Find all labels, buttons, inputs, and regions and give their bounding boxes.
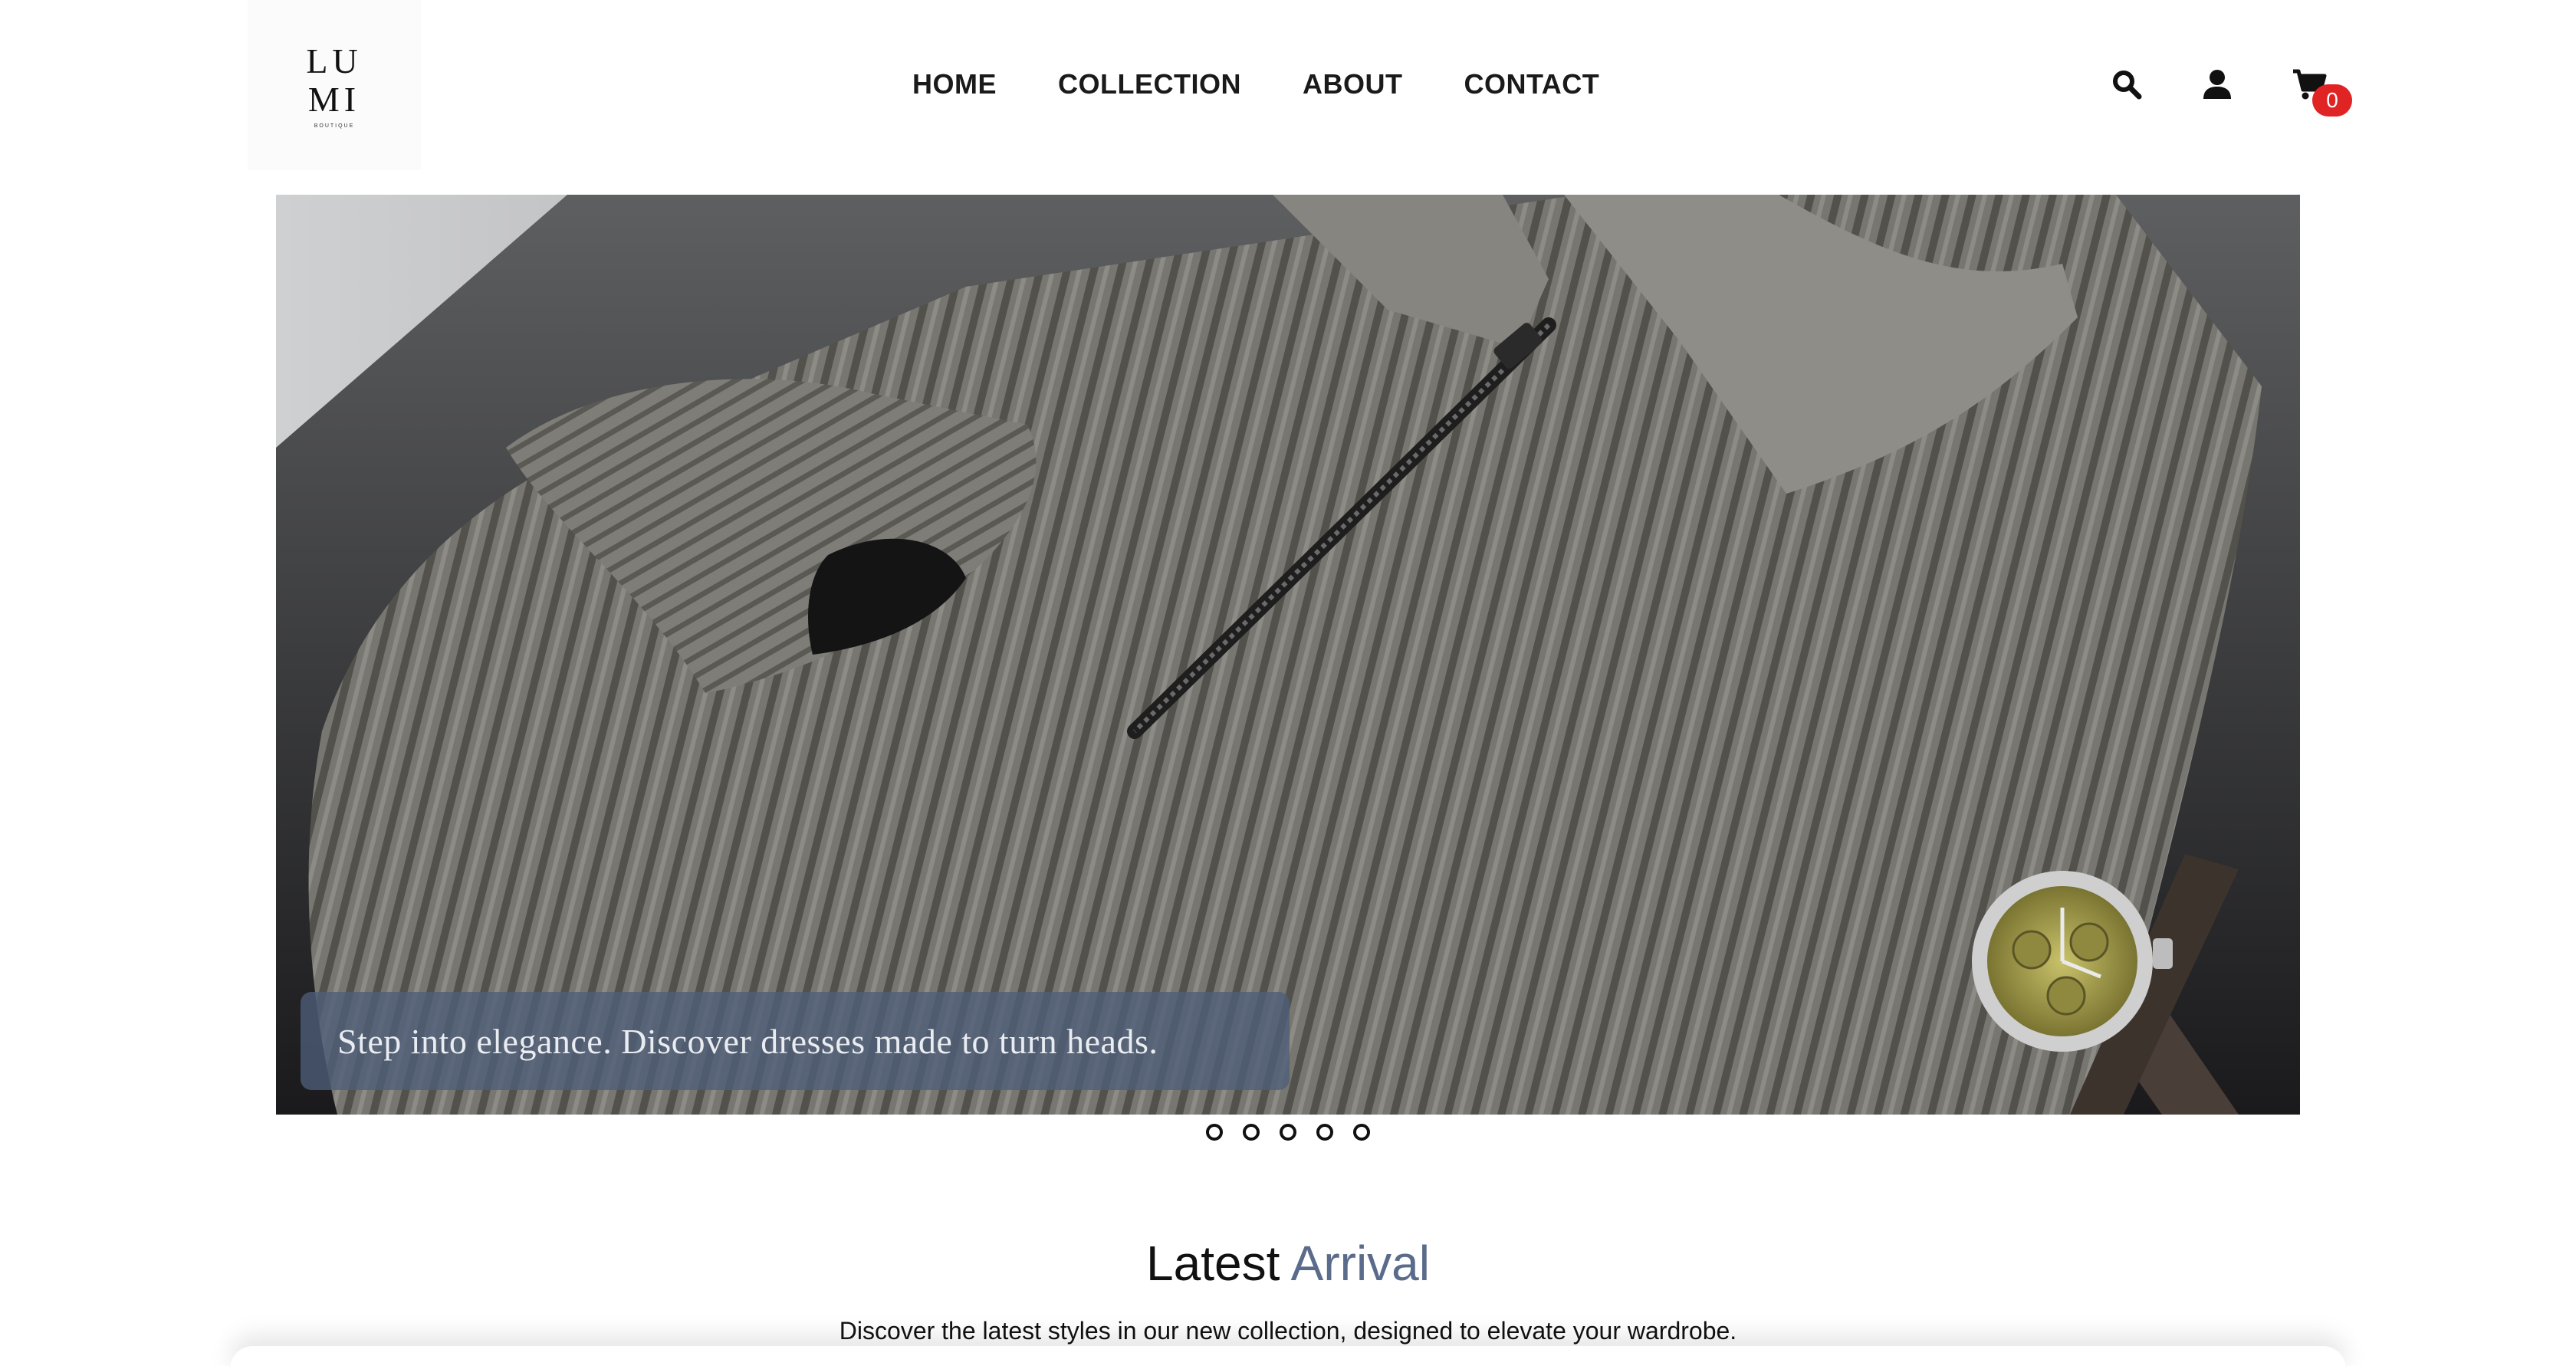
nav-collection[interactable]: COLLECTION xyxy=(1058,68,1241,100)
logo-subtitle: BOUTIQUE xyxy=(314,123,355,129)
nav-contact[interactable]: CONTACT xyxy=(1464,68,1599,100)
section-title: Latest Arrival xyxy=(0,1233,2576,1294)
section-title-main: Latest xyxy=(1146,1236,1280,1291)
main-nav: HOME COLLECTION ABOUT CONTACT xyxy=(912,63,1599,106)
cart-count-badge: 0 xyxy=(2312,84,2352,117)
product-grid-container-edge xyxy=(230,1346,2346,1366)
nav-home[interactable]: HOME xyxy=(912,68,997,100)
carousel-dot-4[interactable] xyxy=(1316,1124,1333,1141)
carousel-dot-3[interactable] xyxy=(1280,1124,1296,1141)
hero-caption: Step into elegance. Discover dresses mad… xyxy=(301,992,1290,1090)
hero-caption-text: Step into elegance. Discover dresses mad… xyxy=(337,1021,1158,1061)
logo-bottom-text: MI xyxy=(307,79,361,119)
logo-top-text: LU xyxy=(306,41,363,80)
carousel-dot-5[interactable] xyxy=(1353,1124,1370,1141)
search-icon[interactable] xyxy=(2107,64,2147,104)
carousel-dot-1[interactable] xyxy=(1206,1124,1223,1141)
section-title-accent: Arrival xyxy=(1290,1236,1430,1291)
user-icon[interactable] xyxy=(2197,64,2237,104)
brand-logo[interactable]: LU MI BOUTIQUE xyxy=(248,0,421,170)
hero-sweater-illustration xyxy=(276,195,2300,1115)
section-subtitle: Discover the latest styles in our new co… xyxy=(839,1317,1737,1345)
nav-about[interactable]: ABOUT xyxy=(1303,68,1403,100)
page: LU MI BOUTIQUE HOME COLLECTION ABOUT CON… xyxy=(0,0,2576,1366)
carousel-dot-2[interactable] xyxy=(1243,1124,1260,1141)
carousel-indicators xyxy=(1206,1124,1370,1142)
hero-carousel-image[interactable] xyxy=(276,195,2300,1115)
